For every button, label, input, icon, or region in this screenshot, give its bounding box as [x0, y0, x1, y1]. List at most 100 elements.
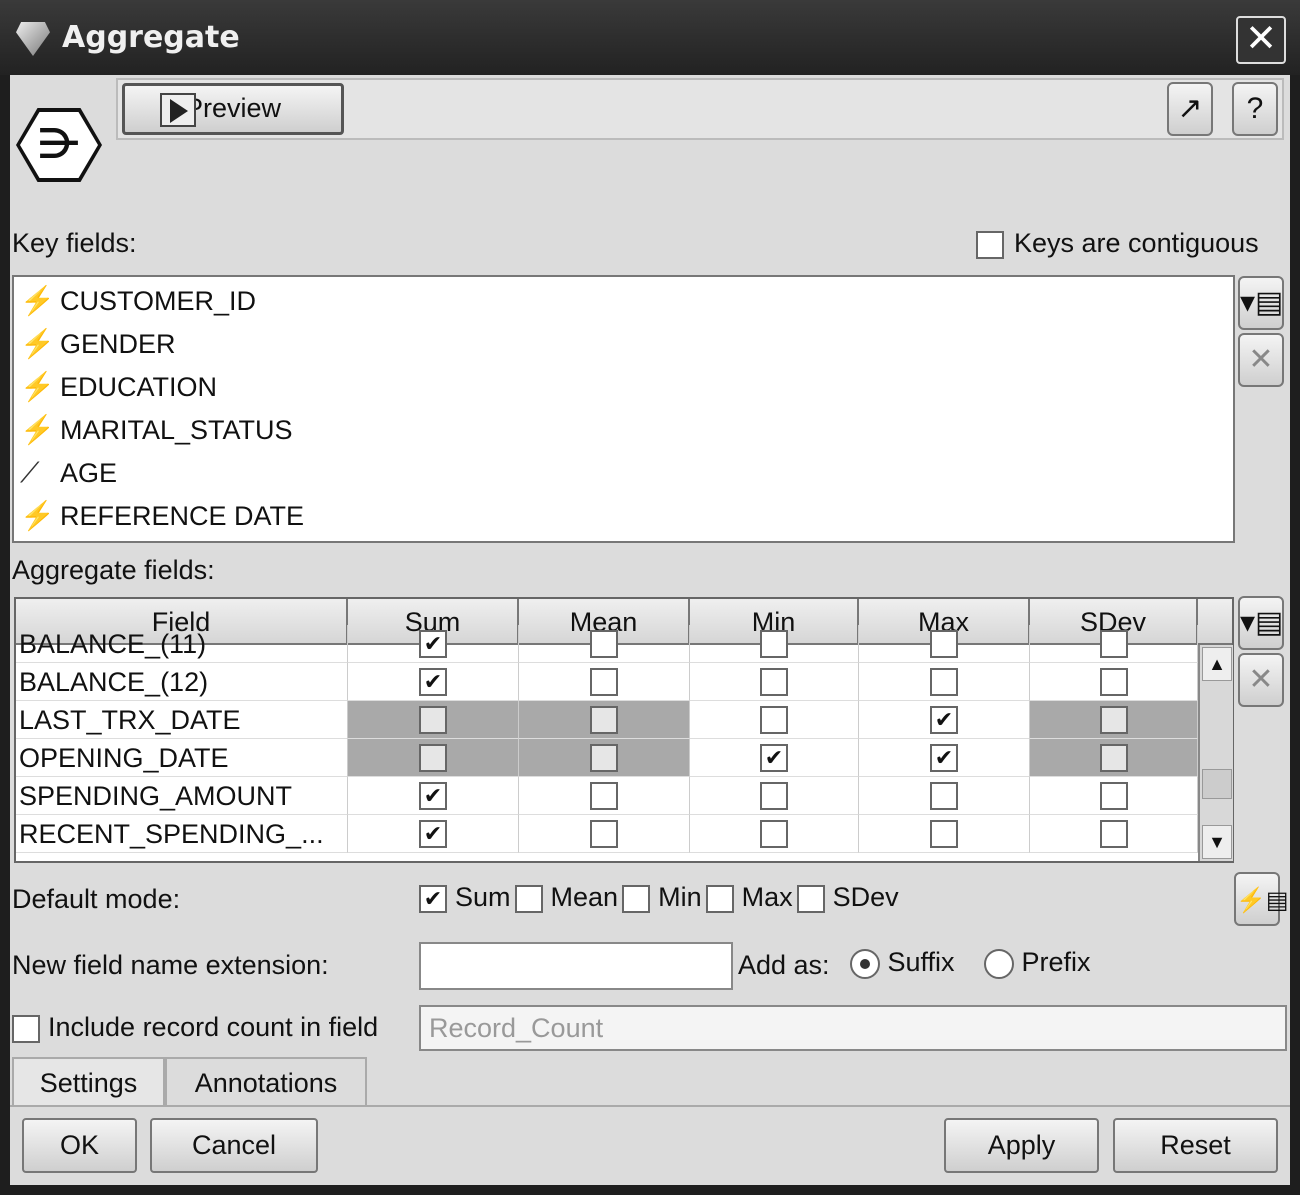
aggregate-cell [1030, 739, 1198, 777]
option-label: Max [741, 882, 793, 912]
nominal-type-icon: ⚡ [20, 414, 55, 445]
delete-x-icon: ✕ [1248, 663, 1274, 696]
apply-default-mode-button[interactable]: ⚡▤ [1234, 872, 1289, 926]
tab-annotations[interactable]: Annotations [165, 1057, 367, 1105]
mean-checkbox[interactable] [590, 668, 618, 696]
sdev-checkbox[interactable] [1099, 744, 1128, 772]
default-mode-sum[interactable]: ✔ Sum [419, 882, 511, 913]
sdev-checkbox[interactable] [1099, 820, 1128, 848]
ok-button[interactable]: OK [22, 1118, 137, 1173]
launch-button[interactable]: ↗ [1167, 82, 1213, 136]
max-checkbox[interactable] [930, 668, 958, 696]
radio[interactable] [984, 948, 1014, 979]
preview-button[interactable]: Preview [122, 83, 344, 135]
sum-checkbox[interactable]: ✔ [419, 630, 447, 658]
scroll-down-arrow[interactable]: ▼ [1202, 825, 1232, 859]
reset-button[interactable]: Reset [1113, 1118, 1278, 1173]
key-field-item[interactable]: ⚡ MARITAL_STATUS [20, 408, 293, 451]
record-count-field-input[interactable]: Record_Count [419, 1005, 1287, 1051]
key-field-item[interactable]: ⟋ AGE [20, 451, 117, 494]
mean-checkbox[interactable] [590, 820, 618, 848]
sdev-checkbox[interactable] [1099, 630, 1128, 658]
aggregate-cell [859, 663, 1030, 701]
tab-settings[interactable]: Settings [12, 1057, 165, 1105]
aggregate-cell [690, 815, 859, 853]
option-label: SDev [832, 882, 899, 912]
sum-checkbox[interactable]: ✔ [419, 782, 447, 810]
sum-checkbox[interactable] [419, 744, 447, 772]
default-mode-max[interactable]: Max [705, 882, 793, 913]
key-field-item[interactable]: ⚡ REFERENCE DATE [20, 494, 304, 537]
prefix-radio[interactable]: Prefix [984, 947, 1091, 979]
key-field-item[interactable]: ⚡ GENDER [20, 322, 176, 365]
checkbox[interactable] [796, 884, 825, 913]
checkbox[interactable] [12, 1014, 40, 1043]
max-checkbox[interactable]: ✔ [930, 744, 958, 772]
checkbox[interactable] [705, 884, 734, 913]
max-checkbox[interactable] [930, 820, 958, 848]
min-checkbox[interactable] [760, 630, 788, 658]
suffix-radio[interactable]: Suffix [850, 947, 955, 979]
max-checkbox[interactable] [930, 630, 958, 658]
min-checkbox[interactable] [760, 706, 788, 734]
default-mode-options: ✔ Sum Mean Min Max SDev [419, 882, 903, 913]
help-button[interactable]: ? [1232, 82, 1278, 136]
preview-label: Preview [185, 93, 282, 123]
record-count-checkbox[interactable]: Include record count in field [12, 1012, 378, 1043]
default-mode-mean[interactable]: Mean [514, 882, 619, 913]
key-field-item[interactable]: ⚡ EDUCATION [20, 365, 217, 408]
mean-checkbox[interactable] [590, 782, 618, 810]
min-checkbox[interactable] [760, 820, 788, 848]
min-checkbox[interactable]: ✔ [760, 744, 788, 772]
aggregate-fields-table: Field Sum Mean Min Max SDev BALANCE_(11) ✔ BALAN… [14, 597, 1234, 863]
checkbox[interactable] [514, 884, 543, 913]
key-field-name: GENDER [60, 329, 176, 359]
sdev-checkbox[interactable] [1099, 782, 1128, 810]
aggregate-cell [1030, 701, 1198, 739]
aggregate-cell: ✔ [348, 815, 519, 853]
max-checkbox[interactable]: ✔ [930, 706, 958, 734]
field-name-cell: BALANCE_(12) [16, 663, 348, 701]
key-field-name: CUSTOMER_ID [60, 286, 257, 316]
sum-checkbox[interactable]: ✔ [419, 820, 447, 848]
aggregate-cell [519, 625, 690, 663]
min-checkbox[interactable] [760, 668, 788, 696]
scroll-thumb[interactable] [1202, 769, 1232, 799]
remove-aggregate-field-button[interactable]: ✕ [1238, 653, 1284, 707]
aggregate-cell: ✔ [348, 663, 519, 701]
sum-checkbox[interactable] [419, 706, 447, 734]
checkbox[interactable]: ✔ [419, 884, 447, 913]
sdev-checkbox[interactable] [1099, 706, 1128, 734]
field-name-cell: RECENT_SPENDING_... [16, 815, 348, 853]
option-label: Mean [550, 882, 619, 912]
close-button[interactable]: ✕ [1236, 16, 1286, 64]
sdev-checkbox[interactable] [1099, 668, 1128, 696]
sum-checkbox[interactable]: ✔ [419, 668, 447, 696]
radio[interactable] [850, 948, 880, 979]
cancel-button[interactable]: Cancel [150, 1118, 318, 1173]
field-name-cell: OPENING_DATE [16, 739, 348, 777]
min-checkbox[interactable] [760, 782, 788, 810]
default-mode-sdev[interactable]: SDev [796, 882, 899, 913]
pick-aggregate-fields-button[interactable]: ▾▤ [1238, 596, 1284, 650]
extension-label: New field name extension: [12, 950, 329, 980]
keys-contiguous-checkbox[interactable]: Keys are contiguous [976, 228, 1259, 259]
table-scrollbar[interactable]: ▲ ▼ [1198, 645, 1233, 861]
aggregate-cell [690, 777, 859, 815]
max-checkbox[interactable] [930, 782, 958, 810]
scroll-up-arrow[interactable]: ▲ [1202, 647, 1232, 681]
mean-checkbox[interactable] [590, 706, 618, 734]
checkbox[interactable] [622, 884, 651, 913]
default-mode-min[interactable]: Min [622, 882, 702, 913]
key-field-item[interactable]: ⚡ CUSTOMER_ID [20, 279, 256, 322]
pick-key-fields-button[interactable]: ▾▤ [1238, 276, 1284, 330]
aggregate-cell [519, 777, 690, 815]
key-fields-list[interactable]: ⚡ CUSTOMER_ID ⚡ GENDER ⚡ EDUCATION ⚡ MARITAL_ST… [12, 275, 1235, 543]
remove-key-field-button[interactable]: ✕ [1238, 333, 1284, 387]
aggregate-cell [859, 815, 1030, 853]
mean-checkbox[interactable] [590, 630, 618, 658]
apply-button[interactable]: Apply [944, 1118, 1099, 1173]
mean-checkbox[interactable] [590, 744, 618, 772]
extension-input[interactable] [419, 942, 733, 990]
checkbox[interactable] [976, 230, 1004, 259]
